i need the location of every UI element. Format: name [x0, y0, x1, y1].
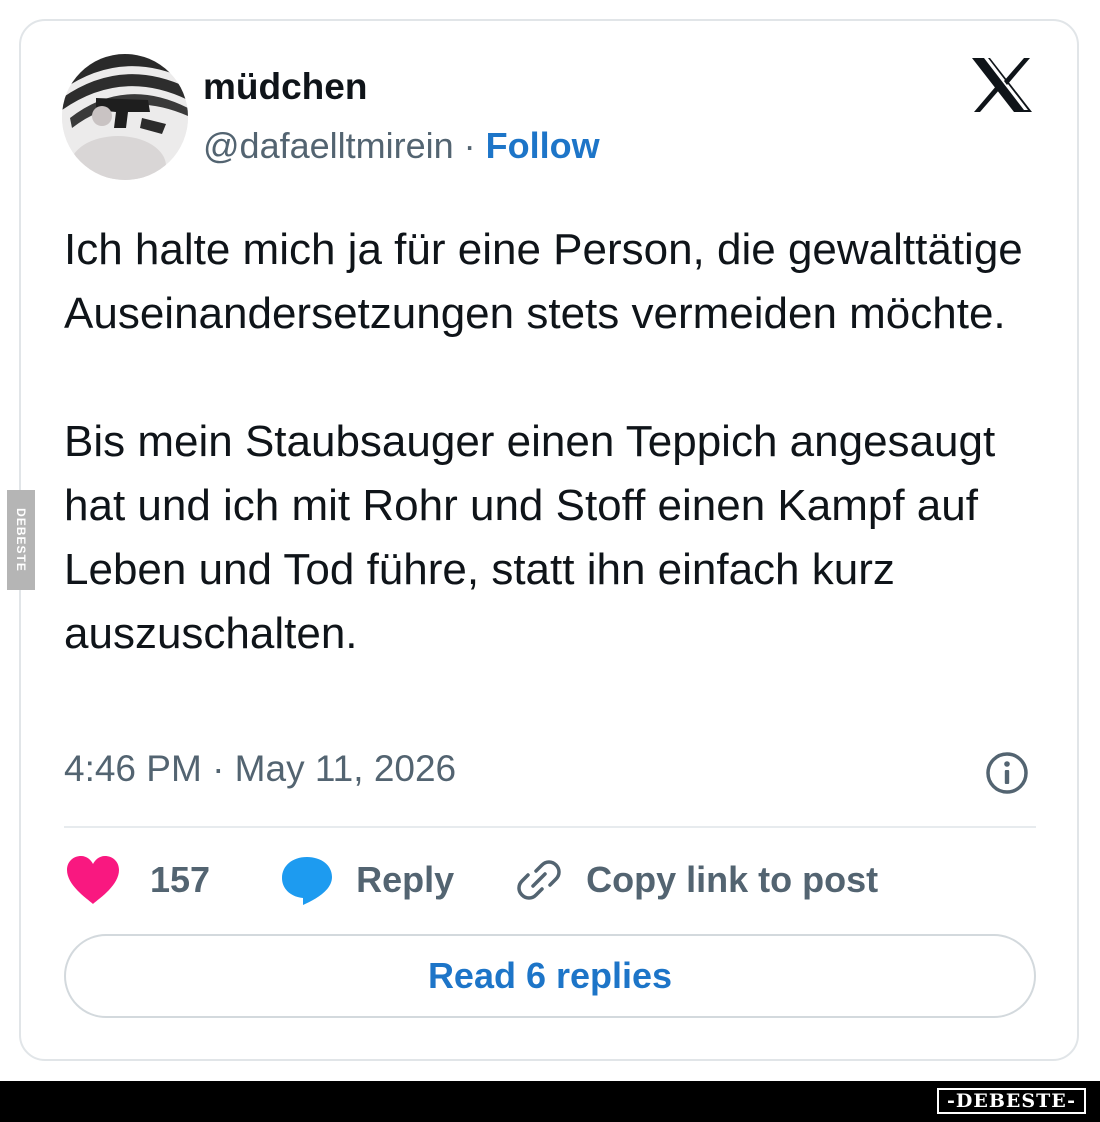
avatar-image — [62, 54, 188, 180]
divider — [64, 826, 1036, 828]
heart-icon — [67, 856, 119, 904]
handle-separator: · — [453, 125, 486, 166]
side-watermark: DEBESTE — [7, 490, 35, 590]
tweet-timestamp[interactable]: 4:46 PM · May 11, 2026 — [64, 748, 456, 790]
copy-link-button[interactable]: Copy link to post — [512, 853, 878, 907]
author-handle[interactable]: @dafaelltmirein — [203, 125, 454, 166]
tweet-paragraph: Ich halte mich ja für eine Person, die g… — [64, 225, 1023, 338]
author-avatar[interactable] — [62, 54, 188, 180]
like-button[interactable]: 157 — [64, 854, 210, 906]
brand-logo: -DEBESTE- — [937, 1088, 1086, 1114]
author-handle-row: @dafaelltmirein · Follow — [203, 125, 600, 167]
action-bar: 157 Reply Copy link to post — [64, 852, 878, 908]
reply-button[interactable]: Reply — [280, 854, 454, 906]
like-count: 157 — [150, 859, 211, 900]
read-replies-label: Read 6 replies — [427, 955, 673, 996]
tweet-text: Ich halte mich ja für eine Person, die g… — [64, 218, 1054, 666]
author-display-name[interactable]: müdchen — [203, 66, 367, 108]
copy-link-label: Copy link to post — [586, 859, 879, 900]
read-replies-button[interactable]: Read 6 replies — [64, 934, 1036, 1018]
x-logo-icon[interactable] — [970, 56, 1034, 114]
reply-label: Reply — [356, 859, 455, 900]
follow-button[interactable]: Follow — [486, 125, 600, 166]
side-watermark-text: DEBESTE — [14, 508, 28, 572]
speech-bubble-icon — [282, 857, 333, 905]
tweet-paragraph: Bis mein Staubsauger einen Teppich anges… — [64, 417, 996, 658]
link-icon — [517, 860, 561, 900]
footer-bar: -DEBESTE- — [0, 1081, 1100, 1122]
info-icon[interactable] — [984, 750, 1030, 796]
